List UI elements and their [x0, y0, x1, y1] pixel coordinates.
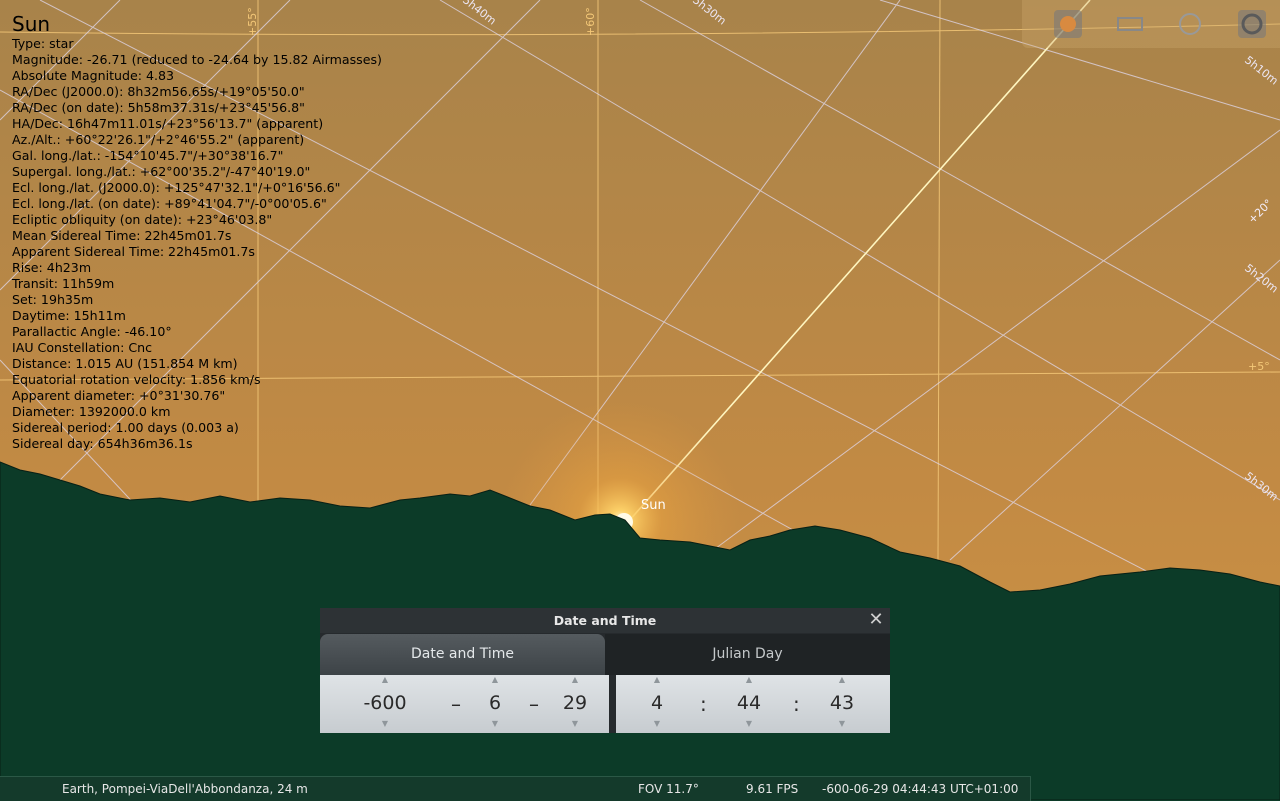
sun-icon[interactable] — [1052, 8, 1084, 40]
tab-julian-day[interactable]: Julian Day — [605, 634, 890, 675]
date-separator: – — [451, 692, 461, 716]
object-info-line: Gal. long./lat.: -154°10'45.7"/+30°38'16… — [12, 148, 284, 163]
fps-text: 9.61 FPS — [746, 782, 799, 796]
object-info-line: Transit: 11h59m — [12, 276, 115, 291]
object-info-line: Type: star — [12, 36, 74, 51]
day-spinbox[interactable]: ▲ 29 ▼ — [558, 675, 592, 733]
object-info-lines: Type: star Magnitude: -26.71 (reduced to … — [12, 36, 382, 452]
year-value[interactable]: -600 — [350, 692, 420, 714]
object-info-line: IAU Constellation: Cnc — [12, 340, 153, 355]
chevron-down-icon[interactable]: ▼ — [642, 719, 672, 728]
date-separator: – — [529, 692, 539, 716]
month-value[interactable]: 6 — [480, 692, 510, 714]
location-text[interactable]: Earth, Pompei-ViaDell'Abbondanza, 24 m — [62, 777, 308, 801]
chevron-up-icon[interactable]: ▲ — [558, 675, 592, 684]
minute-spinbox[interactable]: ▲ 44 ▼ — [732, 675, 766, 733]
object-info-line: Supergal. long./lat.: +62°00'35.2"/-47°4… — [12, 164, 311, 179]
object-info-line: Distance: 1.015 AU (151.854 M km) — [12, 356, 238, 371]
window-title: Date and Time — [320, 608, 890, 633]
object-info-line: Magnitude: -26.71 (reduced to -24.64 by … — [12, 52, 382, 67]
grid-label: +5° — [1248, 360, 1270, 373]
object-info-line: HA/Dec: 16h47m11.01s/+23°56'13.7" (appar… — [12, 116, 324, 131]
object-info-line: Rise: 4h23m — [12, 260, 92, 275]
second-spinbox[interactable]: ▲ 43 ▼ — [825, 675, 859, 733]
day-value[interactable]: 29 — [558, 692, 592, 714]
object-info-line: Equatorial rotation velocity: 1.856 km/s — [12, 372, 261, 387]
hour-spinbox[interactable]: ▲ 4 ▼ — [642, 675, 672, 733]
object-info-line: Sidereal day: 654h36m36.1s — [12, 436, 193, 451]
status-bar[interactable]: Earth, Pompei-ViaDell'Abbondanza, 24 m F… — [0, 776, 1031, 801]
chevron-up-icon[interactable]: ▲ — [350, 675, 420, 684]
object-name: Sun — [12, 12, 51, 36]
chevron-down-icon[interactable]: ▼ — [825, 719, 859, 728]
object-info-line: Apparent diameter: +0°31'30.76" — [12, 388, 226, 403]
object-info-line: Ecl. long./lat. (on date): +89°41'04.7"/… — [12, 196, 327, 211]
time-separator: : — [793, 692, 800, 716]
year-spinbox[interactable]: ▲ -600 ▼ — [350, 675, 420, 733]
chevron-down-icon[interactable]: ▼ — [350, 719, 420, 728]
rectangle-icon[interactable] — [1114, 8, 1146, 40]
top-toolbar — [1022, 0, 1280, 48]
tab-date-and-time[interactable]: Date and Time — [320, 634, 605, 675]
object-info-line: Set: 19h35m — [12, 292, 94, 307]
chevron-down-icon[interactable]: ▼ — [732, 719, 766, 728]
time-separator: : — [700, 692, 707, 716]
close-icon[interactable]: ✕ — [866, 610, 886, 630]
object-info-line: Ecl. long./lat. (J2000.0): +125°47'32.1"… — [12, 180, 341, 195]
hour-value[interactable]: 4 — [642, 692, 672, 714]
object-info-line: Parallactic Angle: -46.10° — [12, 324, 172, 339]
chevron-up-icon[interactable]: ▲ — [480, 675, 510, 684]
grid-label: +60° — [584, 7, 597, 36]
chevron-down-icon[interactable]: ▼ — [480, 719, 510, 728]
chevron-up-icon[interactable]: ▲ — [825, 675, 859, 684]
object-info-line: Daytime: 15h11m — [12, 308, 126, 323]
object-info-line: Ecliptic obliquity (on date): +23°46'03.… — [12, 212, 273, 227]
chevron-down-icon[interactable]: ▼ — [558, 719, 592, 728]
fov-text: FOV 11.7° — [638, 782, 699, 796]
object-info-line: Az./Alt.: +60°22'26.1"/+2°46'55.2" (appa… — [12, 132, 305, 147]
object-info-line: Diameter: 1392000.0 km — [12, 404, 171, 419]
object-info-line: RA/Dec (J2000.0): 8h32m56.65s/+19°05'50.… — [12, 84, 305, 99]
settings-icon[interactable] — [1236, 8, 1268, 40]
object-info-line: RA/Dec (on date): 5h58m37.31s/+23°45'56.… — [12, 100, 305, 115]
object-info-line: Absolute Magnitude: 4.83 — [12, 68, 175, 83]
object-info-line: Sidereal period: 1.00 days (0.003 a) — [12, 420, 239, 435]
chevron-up-icon[interactable]: ▲ — [732, 675, 766, 684]
time-panel: ▲ 4 ▼ : ▲ 44 ▼ : ▲ 43 ▼ — [616, 675, 890, 733]
datetime-text[interactable]: -600-06-29 04:44:43 UTC+01:00 — [822, 777, 1018, 801]
object-info-line: Apparent Sidereal Time: 22h45m01.7s — [12, 244, 255, 259]
date-panel: ▲ -600 ▼ – ▲ 6 ▼ – ▲ 29 ▼ — [320, 675, 609, 733]
moon-icon[interactable] — [1174, 8, 1206, 40]
chevron-up-icon[interactable]: ▲ — [642, 675, 672, 684]
date-time-window: Date and Time ✕ Date and Time Julian Day… — [320, 608, 890, 733]
object-info-panel: Sun Type: star Magnitude: -26.71 (reduced… — [12, 12, 382, 452]
sun-sky-label[interactable]: Sun — [641, 498, 666, 513]
minute-value[interactable]: 44 — [732, 692, 766, 714]
object-info-line: Mean Sidereal Time: 22h45m01.7s — [12, 228, 232, 243]
month-spinbox[interactable]: ▲ 6 ▼ — [480, 675, 510, 733]
second-value[interactable]: 43 — [825, 692, 859, 714]
